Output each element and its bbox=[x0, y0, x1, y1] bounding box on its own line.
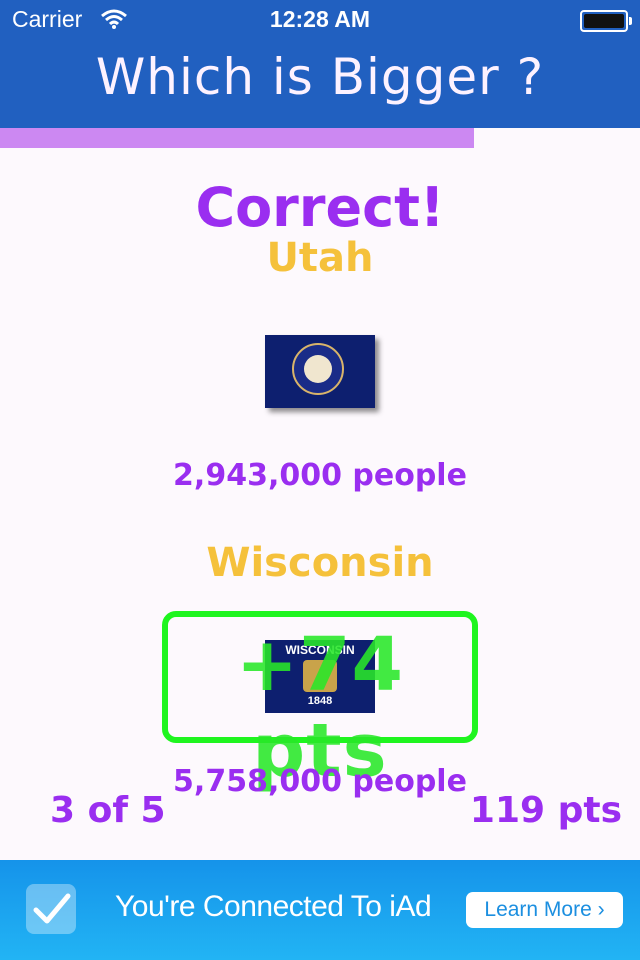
iad-banner[interactable]: You're Connected To iAd Learn More › bbox=[0, 860, 640, 960]
total-score: 119 pts bbox=[469, 790, 622, 831]
header-bar: Carrier 12:28 AM Which is Bigger ? bbox=[0, 0, 640, 128]
page-title: Which is Bigger ? bbox=[95, 48, 545, 106]
clock: 12:28 AM bbox=[269, 6, 371, 32]
question-counter: 3 of 5 bbox=[50, 790, 166, 831]
status-bar: Carrier 12:28 AM bbox=[0, 0, 640, 40]
quiz-progress-bar bbox=[0, 128, 640, 148]
state-a-name: Utah bbox=[266, 235, 374, 281]
progress-fill bbox=[0, 128, 474, 148]
state-b-name: Wisconsin bbox=[206, 540, 434, 586]
result-message: Correct! bbox=[195, 176, 445, 239]
battery-icon bbox=[580, 10, 632, 32]
checkmark-icon bbox=[26, 884, 76, 934]
ad-message: You're Connected To iAd bbox=[115, 890, 432, 923]
utah-flag[interactable] bbox=[265, 335, 375, 408]
utah-seal-icon bbox=[292, 343, 344, 395]
learn-more-button[interactable]: Learn More › bbox=[466, 892, 623, 928]
state-a-population: 2,943,000 people bbox=[173, 458, 467, 493]
